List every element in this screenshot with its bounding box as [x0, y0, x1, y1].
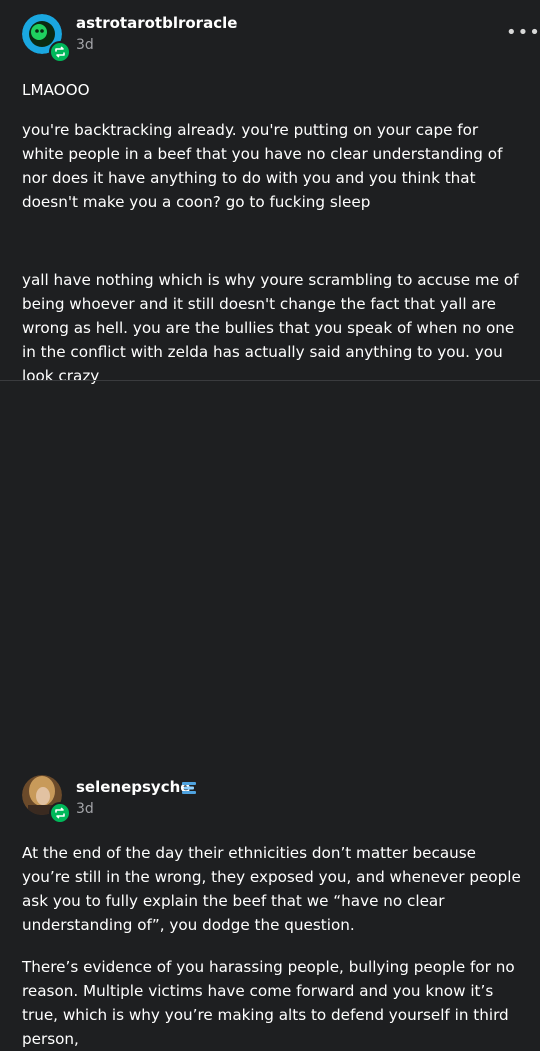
username[interactable]: selenepsyche [76, 778, 190, 796]
reblog-icon [55, 46, 65, 58]
timestamp[interactable]: 3d [76, 37, 94, 53]
post-text: you're backtracking already. you're putt… [22, 121, 503, 211]
post-text: yall have nothing which is why youre scr… [22, 271, 519, 385]
more-options-icon[interactable]: ••• [506, 22, 540, 43]
reblog-badge [49, 802, 71, 824]
post-astrotarotblroracle: astrotarotblroracle 3d ••• LMAOOO you're… [0, 0, 540, 385]
post-text: At the end of the day their ethnicities … [22, 844, 521, 934]
post-divider [0, 380, 540, 381]
avatar-wrap[interactable] [22, 14, 71, 63]
reblog-icon [55, 807, 65, 819]
timestamp[interactable]: 3d [76, 801, 94, 817]
reblog-badge [49, 41, 71, 63]
verified-badge-icon [182, 782, 196, 794]
username[interactable]: astrotarotblroracle [76, 14, 237, 32]
post-text: LMAOOO [22, 81, 90, 99]
post-text: There’s evidence of you harassing people… [22, 958, 515, 1048]
avatar-wrap[interactable] [22, 775, 71, 824]
